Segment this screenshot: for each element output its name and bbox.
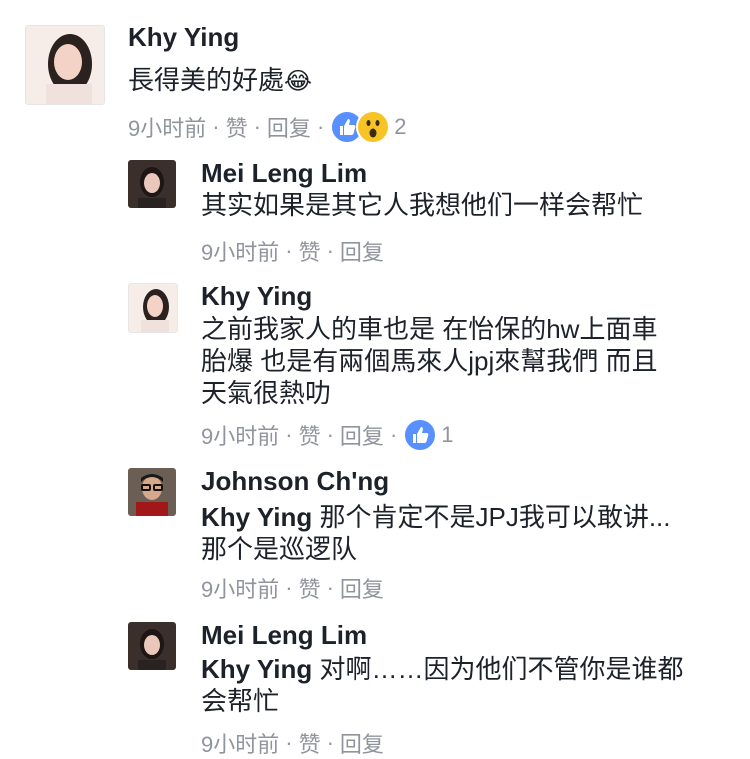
separator: ·	[285, 575, 293, 600]
avatar[interactable]	[128, 468, 176, 516]
like-link[interactable]: 赞	[299, 419, 321, 451]
comment-text: 長得美的好處😂	[128, 64, 312, 98]
timestamp[interactable]: 9小时前	[201, 235, 279, 267]
commenter-name[interactable]: Mei Leng Lim	[201, 158, 367, 189]
mention-link[interactable]: Khy Ying	[201, 502, 312, 532]
comment-line-rest: 那个肯定不是JPJ我可以敢讲...	[312, 502, 671, 532]
timestamp[interactable]: 9小时前	[201, 727, 279, 759]
reply-link[interactable]: 回复	[340, 572, 384, 604]
mention-link[interactable]: Khy Ying	[201, 654, 312, 684]
reaction-count[interactable]: 1	[441, 422, 453, 448]
reply-link[interactable]: 回复	[267, 111, 311, 143]
comment-text: 之前我家人的車也是 在怡保的hw上面車 胎爆 也是有兩個馬來人jpj來幫我們 而…	[201, 313, 657, 409]
comment-line: Khy Ying 对啊……因为他们不管你是谁都	[201, 653, 683, 685]
like-link[interactable]: 赞	[226, 111, 248, 143]
separator: ·	[326, 575, 334, 600]
separator: ·	[316, 114, 325, 139]
like-reaction-icon[interactable]	[403, 418, 438, 452]
comment-line-rest: 对啊……因为他们不管你是谁都	[312, 654, 684, 684]
comment-line: 那个是巡逻队	[201, 534, 358, 564]
comment-meta: 9小时前 · 赞 · 回复	[201, 727, 384, 759]
separator: ·	[326, 730, 334, 755]
separator: ·	[285, 238, 293, 263]
reply-link[interactable]: 回复	[340, 727, 384, 759]
comment-text-body: 長得美的好處	[128, 65, 285, 95]
comment-meta: 9小时前 · 赞 · 回复 · 2	[128, 110, 407, 144]
separator: ·	[389, 422, 398, 447]
like-link[interactable]: 赞	[299, 727, 321, 759]
avatar[interactable]	[128, 160, 176, 208]
commenter-name[interactable]: Mei Leng Lim	[201, 620, 367, 651]
separator: ·	[285, 422, 293, 447]
separator: ·	[326, 238, 334, 263]
separator: ·	[253, 114, 261, 139]
avatar[interactable]	[128, 622, 176, 670]
comment-text: 其实如果是其它人我想他们一样会帮忙	[201, 190, 644, 220]
separator: ·	[212, 114, 220, 139]
comment-meta: 9小时前 · 赞 · 回复 · 1	[201, 418, 454, 452]
commenter-name[interactable]: Khy Ying	[128, 22, 239, 53]
comment-line: 之前我家人的車也是 在怡保的hw上面車	[201, 314, 658, 344]
like-link[interactable]: 赞	[299, 572, 321, 604]
comment-meta: 9小时前 · 赞 · 回复	[201, 572, 384, 604]
comment-text: Khy Ying 对啊……因为他们不管你是谁都 会帮忙	[201, 653, 683, 717]
comment-line: 胎爆 也是有兩個馬來人jpj來幫我們 而且	[201, 346, 658, 376]
comment-line: 会帮忙	[201, 686, 280, 716]
timestamp[interactable]: 9小时前	[201, 572, 279, 604]
wow-reaction-icon[interactable]	[356, 110, 391, 144]
laughing-emoji-icon: 😂	[284, 68, 313, 95]
reaction-count[interactable]: 2	[394, 114, 406, 140]
avatar[interactable]	[25, 25, 105, 105]
comment-text: Khy Ying 那个肯定不是JPJ我可以敢讲... 那个是巡逻队	[201, 501, 671, 565]
separator: ·	[285, 730, 293, 755]
commenter-name[interactable]: Khy Ying	[201, 281, 312, 312]
like-link[interactable]: 赞	[299, 235, 321, 267]
timestamp[interactable]: 9小时前	[128, 111, 206, 143]
separator: ·	[326, 422, 334, 447]
comment-line: 天氣很熱叻	[201, 378, 332, 408]
timestamp[interactable]: 9小时前	[201, 419, 279, 451]
commenter-name[interactable]: Johnson Ch'ng	[201, 466, 389, 497]
reply-link[interactable]: 回复	[340, 235, 384, 267]
reply-link[interactable]: 回复	[340, 419, 384, 451]
avatar[interactable]	[128, 283, 178, 333]
comment-line: Khy Ying 那个肯定不是JPJ我可以敢讲...	[201, 501, 671, 533]
comment-meta: 9小时前 · 赞 · 回复	[201, 235, 384, 267]
